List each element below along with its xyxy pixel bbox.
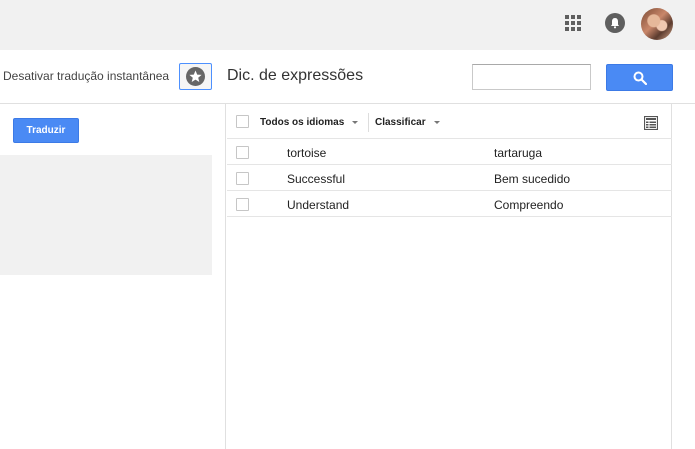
source-phrase: tortoise	[287, 146, 326, 160]
search-button[interactable]	[606, 64, 673, 91]
row-checkbox[interactable]	[236, 198, 249, 211]
translation-preview-area	[0, 155, 212, 275]
select-all-checkbox[interactable]	[236, 115, 249, 128]
sort-dropdown[interactable]: Classificar	[375, 117, 440, 128]
star-icon	[183, 67, 208, 86]
header-divider	[368, 113, 369, 132]
source-phrase: Understand	[287, 198, 349, 212]
row-checkbox[interactable]	[236, 172, 249, 185]
top-bar	[0, 0, 695, 50]
export-sheet-icon[interactable]	[644, 116, 658, 130]
phrasebook-panel: Todos os idiomas Classificar tortoise ta…	[227, 104, 672, 449]
target-phrase: Bem sucedido	[494, 172, 570, 186]
page-title: Dic. de expressões	[227, 67, 363, 85]
translate-button[interactable]: Traduzir	[13, 118, 79, 143]
left-panel: Traduzir	[0, 104, 226, 449]
notifications-bell-icon[interactable]	[605, 13, 625, 33]
phrasebook-star-button[interactable]	[179, 63, 212, 90]
language-filter-dropdown[interactable]: Todos os idiomas	[260, 117, 358, 128]
search-input[interactable]	[472, 64, 591, 90]
chevron-down-icon	[434, 121, 440, 124]
language-filter-label: Todos os idiomas	[260, 117, 344, 128]
account-avatar[interactable]	[641, 8, 673, 40]
row-checkbox[interactable]	[236, 146, 249, 159]
search-icon	[633, 71, 647, 85]
instant-translation-toggle[interactable]: Desativar tradução instantânea	[3, 69, 169, 83]
target-phrase: Compreendo	[494, 198, 563, 212]
chevron-down-icon	[352, 121, 358, 124]
table-row[interactable]: Successful Bem sucedido	[227, 165, 672, 191]
table-row[interactable]: Understand Compreendo	[227, 191, 672, 217]
list-header: Todos os idiomas Classificar	[227, 104, 672, 139]
table-row[interactable]: tortoise tartaruga	[227, 139, 672, 165]
source-phrase: Successful	[287, 172, 345, 186]
toolbar: Desativar tradução instantânea Dic. de e…	[0, 50, 695, 104]
apps-grid-icon[interactable]	[565, 15, 581, 31]
target-phrase: tartaruga	[494, 146, 542, 160]
sort-label: Classificar	[375, 117, 426, 128]
